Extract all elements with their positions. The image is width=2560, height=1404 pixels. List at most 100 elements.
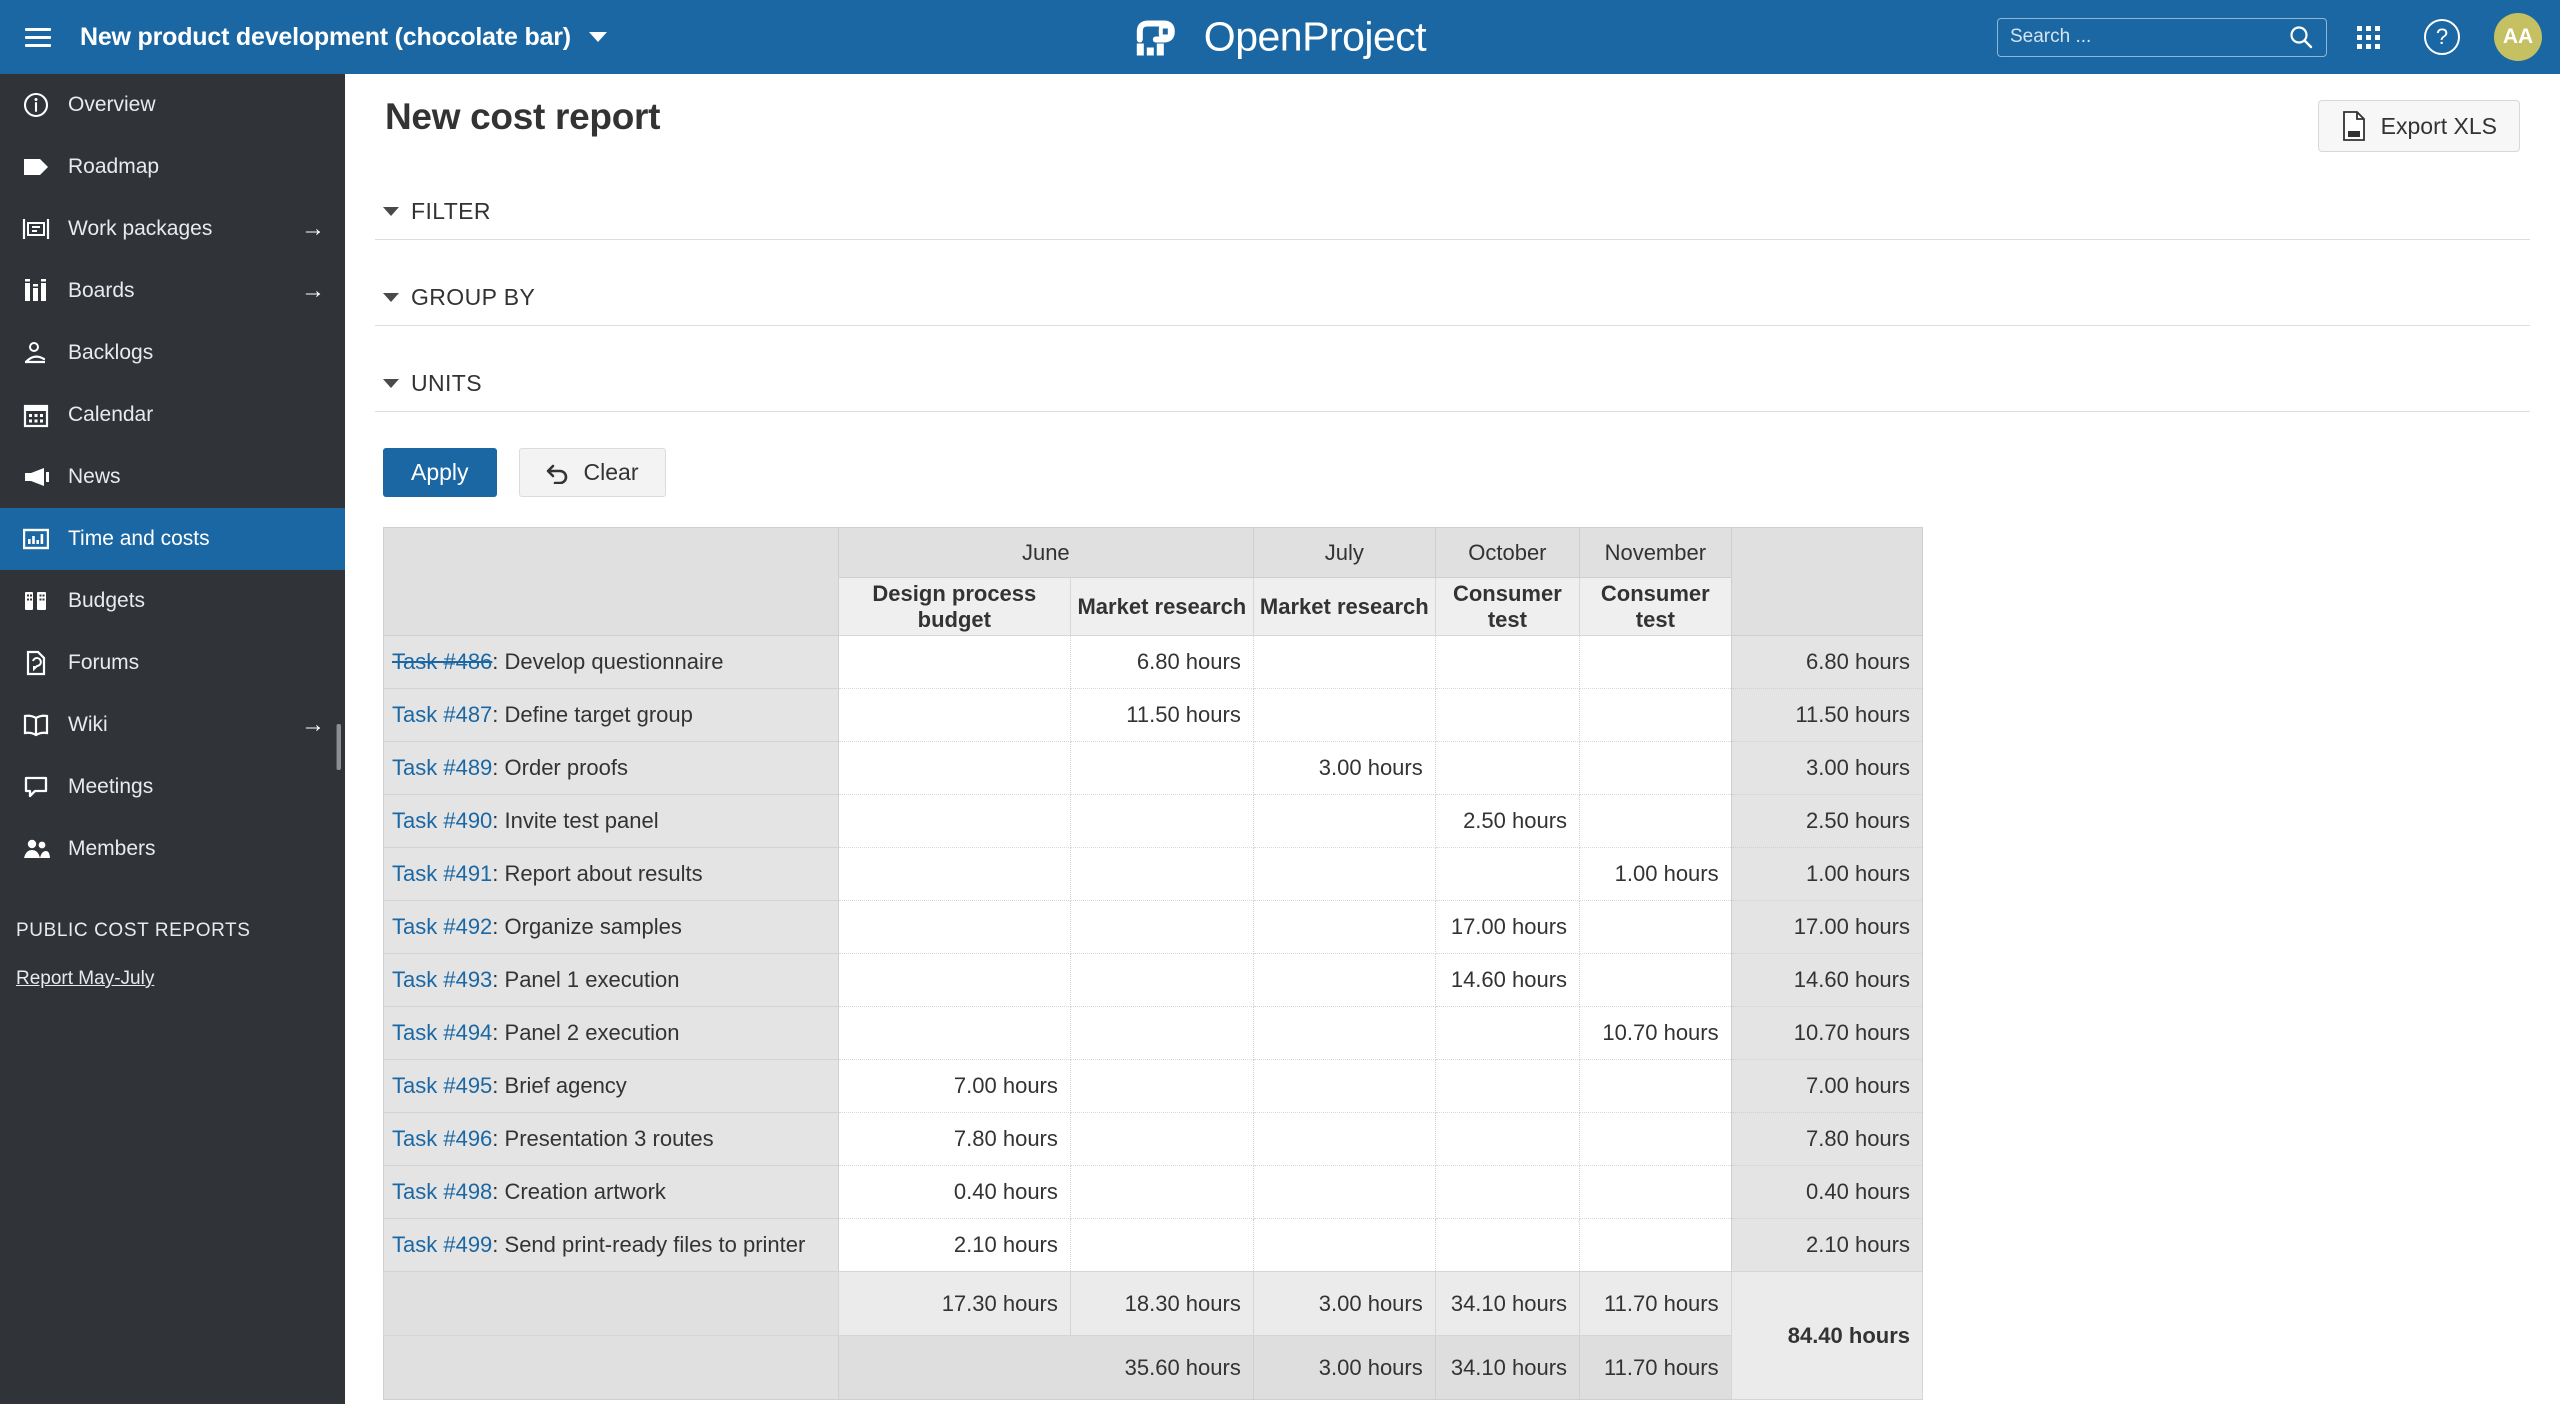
task-link[interactable]: Task #486 bbox=[392, 649, 492, 674]
sidebar-item-members[interactable]: Members bbox=[0, 818, 345, 880]
hours-cell bbox=[1070, 953, 1254, 1007]
chevron-down-icon[interactable] bbox=[383, 379, 399, 388]
info-circle-icon bbox=[16, 92, 56, 118]
budget-column-header[interactable]: Market research bbox=[1252, 577, 1436, 636]
budget-column-header[interactable]: Market research bbox=[1069, 577, 1254, 636]
month-header: July bbox=[1252, 527, 1436, 578]
chevron-down-icon[interactable] bbox=[383, 293, 399, 302]
search-input[interactable] bbox=[2010, 26, 2288, 48]
task-link[interactable]: Task #494 bbox=[392, 1020, 492, 1045]
table-body: Task #486: Develop questionnaire 6.80 hou… bbox=[383, 635, 1924, 1272]
hours-cell bbox=[1253, 847, 1436, 901]
task-link[interactable]: Task #487 bbox=[392, 702, 492, 727]
task-link[interactable]: Task #499 bbox=[392, 1232, 492, 1257]
budget-column-header[interactable]: Design process budget bbox=[837, 577, 1071, 636]
hours-cell bbox=[1070, 1112, 1254, 1166]
task-link[interactable]: Task #498 bbox=[392, 1179, 492, 1204]
app-grid-icon[interactable] bbox=[2357, 25, 2380, 49]
chevron-down-icon[interactable] bbox=[383, 207, 399, 216]
filter-section[interactable]: FILTER bbox=[375, 198, 2530, 240]
export-xls-button[interactable]: Export XLS bbox=[2317, 100, 2520, 152]
budget-total-cell: 11.70 hours bbox=[1579, 1271, 1732, 1336]
task-link[interactable]: Task #493 bbox=[392, 967, 492, 992]
sidebar-item-overview[interactable]: Overview bbox=[0, 74, 345, 136]
book-icon bbox=[16, 713, 56, 737]
budget-total-cell: 17.30 hours bbox=[837, 1271, 1071, 1336]
task-link[interactable]: Task #489 bbox=[392, 755, 492, 780]
hours-cell: 2.10 hours bbox=[837, 1218, 1071, 1272]
apply-button[interactable]: Apply bbox=[383, 448, 497, 497]
arrow-right-icon[interactable]: → bbox=[301, 279, 325, 303]
work-packages-icon bbox=[16, 217, 56, 241]
sidebar-item-news[interactable]: News bbox=[0, 446, 345, 508]
sidebar-item-backlogs[interactable]: Backlogs bbox=[0, 322, 345, 384]
units-section[interactable]: UNITS bbox=[375, 370, 2530, 412]
sidebar-item-time-and-costs[interactable]: Time and costs bbox=[0, 508, 345, 570]
hours-cell bbox=[1253, 688, 1436, 742]
help-icon[interactable]: ? bbox=[2424, 19, 2460, 55]
openproject-logo[interactable]: OpenProject bbox=[1134, 13, 1427, 61]
task-cell: Task #499: Send print-ready files to pri… bbox=[383, 1218, 839, 1272]
row-total-cell: 7.80 hours bbox=[1730, 1112, 1924, 1166]
search-icon[interactable] bbox=[2288, 24, 2314, 50]
clear-button[interactable]: Clear bbox=[518, 448, 666, 497]
units-section-label: UNITS bbox=[411, 370, 482, 396]
sidebar-item-label: Boards bbox=[68, 279, 135, 302]
empty-cell bbox=[383, 1335, 839, 1400]
total-column-header bbox=[1730, 527, 1924, 636]
sidebar-item-meetings[interactable]: Meetings bbox=[0, 756, 345, 818]
sidebar-item-calendar[interactable]: Calendar bbox=[0, 384, 345, 446]
sidebar: Overview Roadmap Work packages → Boards → Back… bbox=[0, 74, 345, 1404]
hours-cell bbox=[1253, 635, 1436, 689]
search-box[interactable] bbox=[1997, 17, 2327, 57]
group-by-section-label: GROUP BY bbox=[411, 284, 536, 310]
chevron-down-icon[interactable] bbox=[588, 32, 607, 42]
filter-section-label: FILTER bbox=[411, 198, 491, 224]
sidebar-item-report-may-july[interactable]: Report May-July bbox=[0, 942, 345, 990]
sidebar-item-forums[interactable]: Forums bbox=[0, 632, 345, 694]
task-link[interactable]: Task #490 bbox=[392, 808, 492, 833]
task-link[interactable]: Task #496 bbox=[392, 1126, 492, 1151]
group-by-section[interactable]: GROUP BY bbox=[375, 284, 2530, 326]
task-name: : Order proofs bbox=[492, 755, 629, 780]
sidebar-item-roadmap[interactable]: Roadmap bbox=[0, 136, 345, 198]
sidebar-item-boards[interactable]: Boards → bbox=[0, 260, 345, 322]
budget-column-header[interactable]: Consumer test bbox=[1579, 577, 1732, 636]
hours-cell bbox=[1435, 1218, 1581, 1272]
sidebar-item-work-packages[interactable]: Work packages → bbox=[0, 198, 345, 260]
arrow-right-icon[interactable]: → bbox=[301, 217, 325, 241]
table-row: Task #492: Organize samples 17.00 hours 17… bbox=[383, 900, 1924, 954]
sidebar-item-wiki[interactable]: Wiki → bbox=[0, 694, 345, 756]
task-cell: Task #486: Develop questionnaire bbox=[383, 635, 839, 689]
hamburger-menu-icon[interactable] bbox=[12, 0, 64, 74]
month-header: June bbox=[837, 527, 1254, 578]
task-name: : Presentation 3 routes bbox=[492, 1126, 714, 1151]
budget-column-header[interactable]: Consumer test bbox=[1434, 577, 1581, 636]
month-total-cell: 11.70 hours bbox=[1579, 1335, 1732, 1400]
arrow-right-icon[interactable]: → bbox=[301, 713, 325, 737]
budget-total-cell: 18.30 hours bbox=[1069, 1271, 1254, 1336]
project-name[interactable]: New product development (chocolate bar) bbox=[80, 23, 571, 52]
hours-cell bbox=[837, 900, 1071, 954]
sidebar-item-label: Overview bbox=[68, 93, 156, 116]
sidebar-item-budgets[interactable]: Budgets bbox=[0, 570, 345, 632]
sidebar-item-label: Calendar bbox=[68, 403, 154, 426]
sidebar-resize-handle[interactable] bbox=[336, 724, 341, 770]
task-link[interactable]: Task #495 bbox=[392, 1073, 492, 1098]
budget-total-cell: 3.00 hours bbox=[1252, 1271, 1436, 1336]
table-row: Task #498: Creation artwork 0.40 hours 0.4… bbox=[383, 1165, 1924, 1219]
task-cell: Task #498: Creation artwork bbox=[383, 1165, 839, 1219]
openproject-wordmark: OpenProject bbox=[1203, 13, 1427, 60]
hours-cell bbox=[1253, 794, 1436, 848]
row-total-cell: 1.00 hours bbox=[1730, 847, 1924, 901]
avatar[interactable]: AA bbox=[2494, 13, 2542, 61]
month-header: November bbox=[1579, 527, 1732, 578]
hours-cell: 14.60 hours bbox=[1435, 953, 1581, 1007]
task-link[interactable]: Task #491 bbox=[392, 861, 492, 886]
task-link[interactable]: Task #492 bbox=[392, 914, 492, 939]
row-total-cell: 0.40 hours bbox=[1730, 1165, 1924, 1219]
hours-cell: 17.00 hours bbox=[1435, 900, 1581, 954]
backlogs-icon bbox=[16, 341, 56, 365]
hours-cell bbox=[1435, 1165, 1581, 1219]
row-total-cell: 11.50 hours bbox=[1730, 688, 1924, 742]
